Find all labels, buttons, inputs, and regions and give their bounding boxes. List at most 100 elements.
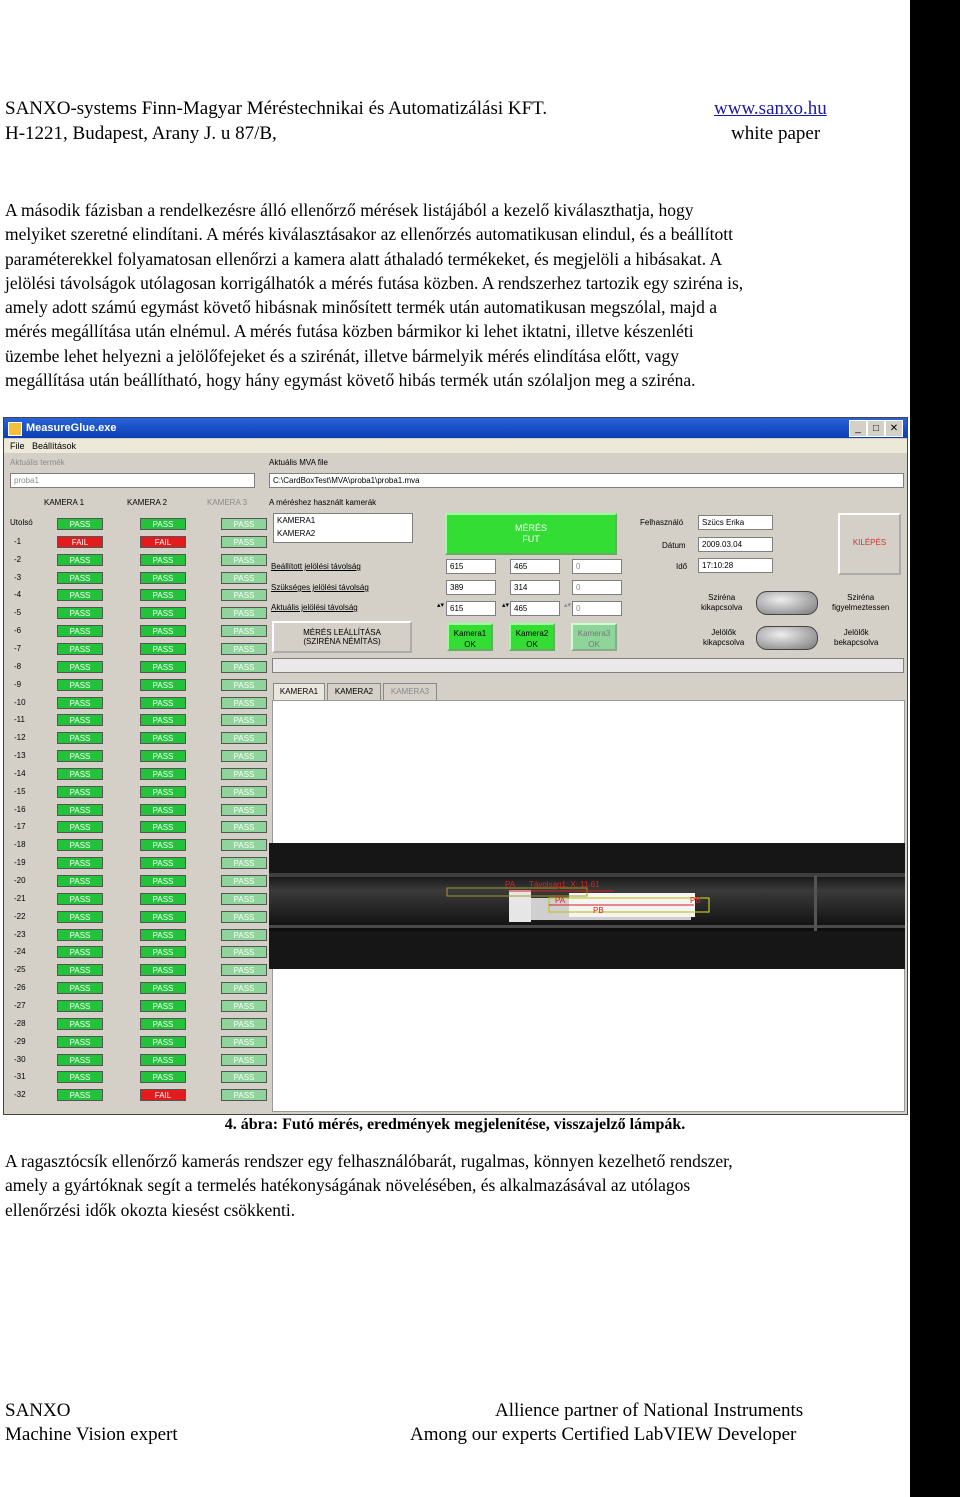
time-field: 17:10:28	[698, 558, 773, 573]
indicator-frame	[53, 535, 107, 549]
actual-distance-cam2[interactable]: 465	[510, 601, 560, 616]
indicator-frame	[53, 999, 107, 1013]
text-line: amely a gyártóknak segít a termelés haté…	[5, 1175, 691, 1196]
overlay-distance: Távolság1: X: 11.61	[529, 880, 600, 889]
stepper-icon[interactable]: ▴▾	[564, 601, 571, 609]
text-line: A második fázisban a rendelkezésre álló …	[5, 200, 694, 220]
indicator-frame	[136, 713, 190, 727]
indicator-frame	[53, 945, 107, 959]
indicator-frame	[136, 553, 190, 567]
date-label: Dátum	[662, 541, 686, 550]
website-link[interactable]: www.sanxo.hu	[714, 97, 827, 121]
row-label: -30	[14, 1054, 26, 1064]
row-label: -4	[14, 590, 22, 600]
indicator-frame	[53, 749, 107, 763]
required-distance-label: Szükséges jelölési távolság	[271, 583, 369, 592]
row-label: -18	[14, 840, 26, 850]
indicator-frame	[217, 874, 271, 888]
row-label: -16	[14, 804, 26, 814]
doc-type: white paper	[731, 123, 821, 144]
user-field: Szücs Erika	[698, 515, 773, 530]
footer-company: SANXO	[5, 1400, 71, 1421]
row-label: -25	[14, 965, 26, 975]
current-mva-label: Aktuális MVA file	[269, 458, 328, 467]
indicator-frame	[53, 731, 107, 745]
menu-settings[interactable]: Beállítások	[32, 441, 76, 451]
indicator-frame	[53, 642, 107, 656]
row-label: -32	[14, 1090, 26, 1100]
indicator-frame	[136, 1088, 190, 1102]
minimize-icon[interactable]: _	[849, 420, 867, 437]
text-line: paraméterekkel folyamatosan ellenőrzi a …	[5, 248, 723, 269]
indicator-frame	[53, 981, 107, 995]
row-label: -1	[14, 536, 22, 546]
indicator-frame	[136, 1070, 190, 1084]
app-icon	[8, 422, 22, 436]
indicator-frame	[136, 1017, 190, 1031]
row-label: -13	[14, 751, 26, 761]
indicator-frame	[53, 963, 107, 977]
indicator-frame	[53, 553, 107, 567]
indicator-frame	[217, 981, 271, 995]
row-label: -21	[14, 893, 26, 903]
maximize-icon[interactable]: □	[867, 420, 885, 437]
footer-certified: Among our experts Certified LabVIEW Deve…	[410, 1424, 797, 1445]
stop-measure-button[interactable]: MÉRÉS LEÁLLÍTÁSA (SZIRÉNA NÉMÍTÁS)	[272, 621, 412, 653]
indicator-frame	[136, 606, 190, 620]
indicator-frame	[53, 678, 107, 692]
indicator-frame	[136, 678, 190, 692]
text-line: ellenőrzési idők okozta kiesést csökkent…	[5, 1199, 296, 1220]
indicator-frame	[217, 856, 271, 870]
indicator-frame	[53, 1070, 107, 1084]
indicator-frame	[217, 820, 271, 834]
markers-toggle[interactable]	[756, 626, 818, 650]
indicator-frame	[217, 803, 271, 817]
stepper-icon[interactable]: ▴▾	[437, 601, 444, 609]
set-distance-cam2[interactable]: 465	[510, 559, 560, 574]
set-distance-cam1[interactable]: 615	[446, 559, 496, 574]
actual-distance-cam3[interactable]: 0	[572, 601, 622, 616]
indicator-frame	[53, 838, 107, 852]
indicator-frame	[136, 892, 190, 906]
current-mva-field[interactable]: C:\CardBoxTest\MVA\proba1\proba1.mva	[269, 473, 904, 488]
tab-kamera3[interactable]: KAMERA3	[383, 683, 437, 700]
indicator-frame	[217, 963, 271, 977]
row-label: -22	[14, 911, 26, 921]
indicator-frame	[136, 928, 190, 942]
text-line: jelölési távolságok utólagosan korrigálh…	[5, 272, 744, 293]
indicator-frame	[136, 517, 190, 531]
exit-button[interactable]: KILÉPÉS	[838, 513, 901, 575]
row-label: -6	[14, 626, 22, 636]
camera-image: PA Távolság1: X: 11.61 PA PB PB	[269, 843, 905, 969]
indicator-frame	[136, 535, 190, 549]
stepper-icon[interactable]: ▴▾	[502, 601, 509, 609]
row-label: -23	[14, 929, 26, 939]
actual-distance-cam1[interactable]: 615	[446, 601, 496, 616]
indicator-frame	[136, 731, 190, 745]
set-distance-label: Beállított jelölési távolság	[271, 562, 361, 571]
indicator-frame	[136, 820, 190, 834]
indicator-frame	[217, 553, 271, 567]
current-item-field[interactable]: proba1	[10, 473, 255, 488]
indicator-frame	[136, 838, 190, 852]
menu-file[interactable]: File	[10, 441, 25, 451]
tab-kamera1[interactable]: KAMERA1	[273, 683, 325, 700]
indicator-frame	[217, 606, 271, 620]
row-label: -9	[14, 679, 22, 689]
indicator-frame	[53, 928, 107, 942]
row-label: -3	[14, 572, 22, 582]
indicator-frame	[136, 874, 190, 888]
required-distance-cam2: 314	[510, 580, 560, 595]
row-label: -5	[14, 608, 22, 618]
set-distance-cam3[interactable]: 0	[572, 559, 622, 574]
close-icon[interactable]: ✕	[885, 420, 903, 437]
row-label: -29	[14, 1036, 26, 1046]
row-label: -12	[14, 733, 26, 743]
indicator-frame	[136, 945, 190, 959]
text-line: üzembe lehet helyezni a jelölőfejeket és…	[5, 345, 679, 366]
siren-toggle[interactable]	[756, 591, 818, 615]
tab-kamera2[interactable]: KAMERA2	[327, 683, 381, 700]
row-label: -10	[14, 697, 26, 707]
row-label: -8	[14, 661, 22, 671]
row-label: -7	[14, 643, 22, 653]
